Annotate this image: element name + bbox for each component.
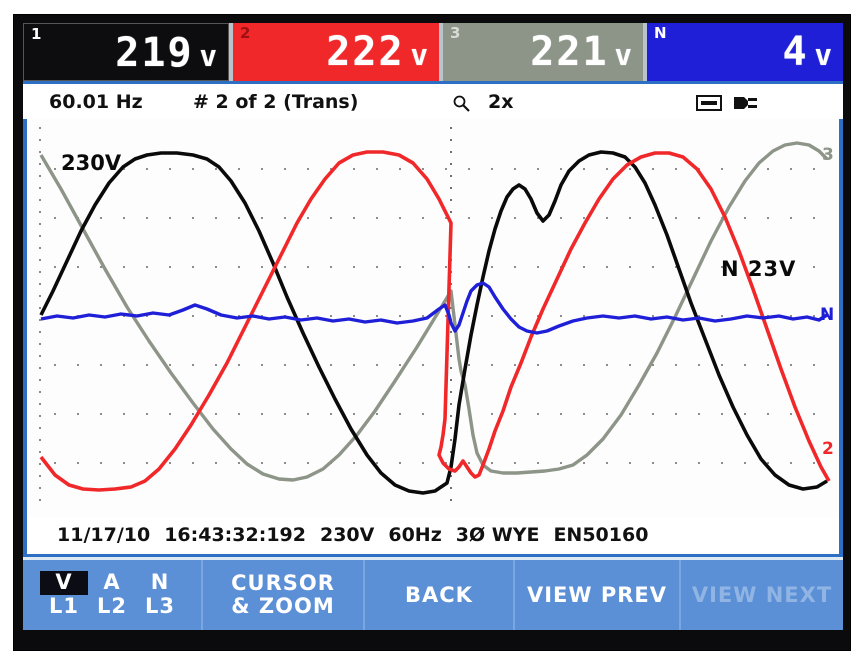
status-config: 3Ø WYE [455,524,540,546]
status-time: 16:43:32:192 [164,524,306,546]
trace-tag-l3: 3 [822,145,834,165]
softkey-phase-select[interactable]: V A N L1 L2 L3 [23,560,203,630]
softkey-view-prev[interactable]: VIEW PREV [515,560,681,630]
softkey-cursor-zoom[interactable]: CURSOR & ZOOM [203,560,365,630]
cursor-zoom-line2: & ZOOM [231,594,335,618]
readout-label-l1: 1 [31,25,42,43]
phase-option-l3[interactable]: L3 [136,594,184,619]
readout-label-l3: 3 [450,24,461,42]
screen-bottom-strip [23,630,843,644]
battery-icon [696,95,722,111]
phase-option-v[interactable]: V [40,571,88,595]
readout-phase-l1[interactable]: 1 219 v [23,23,229,81]
frequency-readout: 60.01 Hz [49,91,143,113]
status-bar: 11/17/10 16:43:32:192 230V 60Hz 3Ø WYE EN5016… [23,517,843,557]
waveform-plot [39,127,831,507]
status-text: 11/17/10 16:43:32:192 230V 60Hz 3Ø WYE EN5016… [57,524,662,546]
softkey-back[interactable]: BACK [365,560,515,630]
phase-option-a[interactable]: A [88,571,136,595]
readout-value-l2: 222 v [326,29,430,75]
phase-select-row-bottom: L1 L2 L3 [40,594,184,619]
phase-readout-bar: 1 219 v 2 222 v 3 221 v N 4v [23,23,843,81]
zoom-level: 2x [488,91,514,113]
view-next-label: VIEW NEXT [691,583,833,607]
status-nominal-voltage: 230V [319,524,375,546]
readout-value-l1: 219 v [115,30,219,76]
view-prev-label: VIEW PREV [526,583,668,607]
device-screen: 1 219 v 2 222 v 3 221 v N 4v 60.01 Hz # … [23,23,843,644]
readout-phase-l3[interactable]: 3 221 v [443,23,643,81]
status-standard: EN50160 [553,524,649,546]
softkey-view-next: VIEW NEXT [681,560,843,630]
status-date: 11/17/10 [57,524,151,546]
scale-label-230v: 230V [61,151,122,175]
trace-tag-n: N [820,305,835,325]
readout-value-n: 4v [782,29,834,75]
phase-option-n[interactable]: N [136,571,184,595]
readout-label-l2: 2 [240,24,251,42]
cursor-zoom-label: CURSOR & ZOOM [231,572,335,617]
phase-option-l1[interactable]: L1 [40,594,88,619]
trace-tag-l2: 2 [822,439,834,459]
magnifier-icon [453,95,470,112]
back-label: BACK [405,583,473,607]
device-bezel: 1 219 v 2 222 v 3 221 v N 4v 60.01 Hz # … [13,14,851,651]
phase-select-row-top: V A N [40,571,184,595]
event-counter: # 2 of 2 (Trans) [193,91,359,113]
readout-value-l3: 221 v [530,29,634,75]
phase-option-l2[interactable]: L2 [88,594,136,619]
phase-select-grid: V A N L1 L2 L3 [40,571,184,618]
info-bar: 60.01 Hz # 2 of 2 (Trans) 2x [23,81,843,122]
cursor-zoom-line1: CURSOR [231,571,335,596]
readout-neutral[interactable]: N 4v [647,23,843,81]
neutral-scale-label: N 23V [721,257,797,281]
waveform-graph[interactable]: 230V N 23V 3 N 2 [23,119,843,517]
softkey-bar: V A N L1 L2 L3 CURSOR & ZOOM BACK VIEW P… [23,560,843,630]
readout-label-n: N [654,24,667,42]
analyzer-screenshot: 1 219 v 2 222 v 3 221 v N 4v 60.01 Hz # … [0,0,864,668]
status-frequency: 60Hz [388,524,442,546]
power-plug-icon [734,97,757,109]
readout-phase-l2[interactable]: 2 222 v [233,23,439,81]
